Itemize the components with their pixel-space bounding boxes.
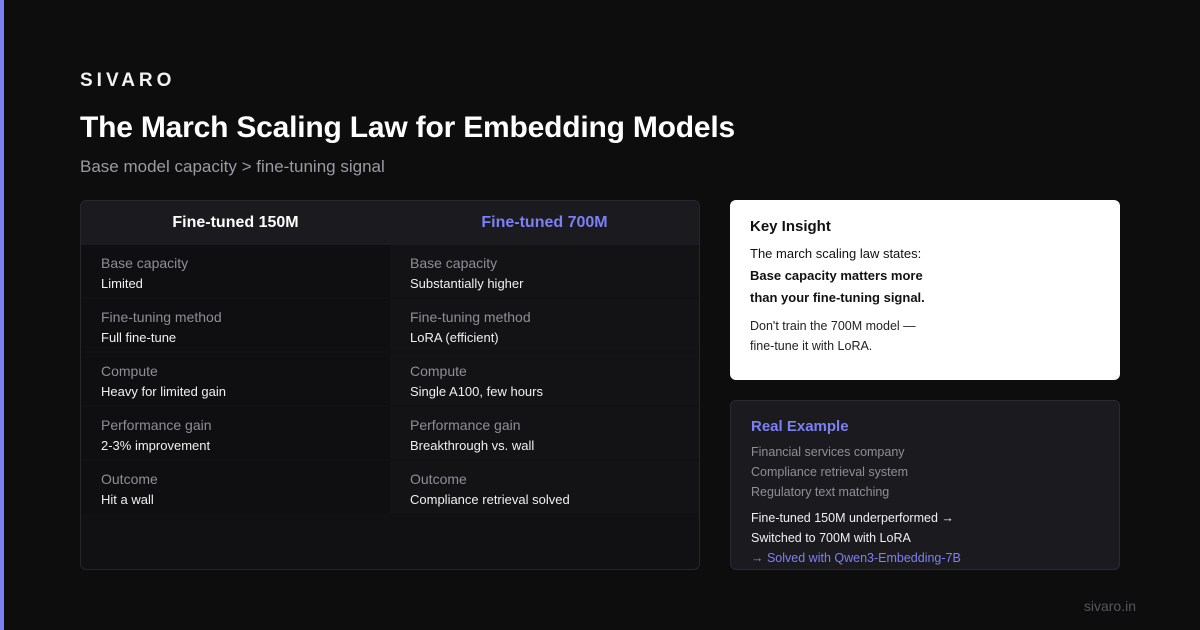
row-label: Performance gain: [410, 417, 521, 433]
table-row: Base capacity Substantially higher: [390, 245, 699, 297]
insight-note: fine-tune it with LoRA.: [750, 339, 873, 353]
row-label: Compute: [101, 363, 158, 379]
insight-emphasis: Base capacity matters more: [750, 268, 923, 283]
row-label: Compute: [410, 363, 467, 379]
row-value: Limited: [101, 276, 143, 291]
row-value: Full fine-tune: [101, 330, 177, 345]
row-value: Hit a wall: [101, 492, 154, 507]
example-result: Switched to 700M with LoRA: [751, 531, 911, 545]
row-label: Base capacity: [101, 255, 189, 271]
insight-note: Don't train the 700M model —: [750, 319, 916, 333]
table-row: Performance gain Breakthrough vs. wall: [390, 407, 699, 459]
key-insight-title: Key Insight: [750, 218, 831, 235]
table-row: Compute Heavy for limited gain: [81, 353, 390, 405]
table-row: Outcome Compliance retrieval solved: [390, 461, 699, 513]
row-label: Performance gain: [101, 417, 212, 433]
row-value: Substantially higher: [410, 276, 524, 291]
insight-text: The march scaling law states:: [750, 246, 922, 261]
row-label: Fine-tuning method: [410, 309, 531, 325]
footer-url: sivaro.in: [1083, 598, 1136, 614]
key-insight-card: Key Insight The march scaling law states…: [730, 200, 1120, 380]
row-label: Outcome: [101, 471, 158, 487]
row-value: Compliance retrieval solved: [410, 492, 570, 507]
accent-bar: [0, 0, 4, 630]
table-row: Compute Single A100, few hours: [390, 353, 699, 405]
row-label: Fine-tuning method: [101, 309, 222, 325]
insight-emphasis: than your fine-tuning signal.: [750, 290, 925, 305]
example-result: Fine-tuned 150M underperformed →: [751, 511, 954, 525]
row-value: Breakthrough vs. wall: [410, 438, 535, 453]
row-label: Base capacity: [410, 255, 498, 271]
real-example-card: Real Example Financial services company …: [730, 400, 1120, 570]
brand-logo: SIVARO: [80, 70, 176, 91]
column-header-700m: Fine-tuned 700M: [390, 201, 699, 245]
row-value: Heavy for limited gain: [101, 384, 226, 399]
table-row: Performance gain 2-3% improvement: [81, 407, 390, 459]
row-label: Outcome: [410, 471, 467, 487]
comparison-table: Fine-tuned 150M Base capacity Limited Fi…: [80, 200, 700, 570]
example-detail: Financial services company: [751, 445, 905, 459]
real-example-title: Real Example: [751, 418, 849, 435]
example-detail: Regulatory text matching: [751, 485, 890, 499]
row-value: Single A100, few hours: [410, 384, 543, 399]
row-value: 2-3% improvement: [101, 438, 211, 453]
table-row: Base capacity Limited: [81, 245, 390, 297]
page-subtitle: Base model capacity > fine-tuning signal: [80, 157, 385, 176]
table-row: Fine-tuning method LoRA (efficient): [390, 299, 699, 351]
table-row: Outcome Hit a wall: [81, 461, 390, 513]
row-value: LoRA (efficient): [410, 330, 499, 345]
example-detail: Compliance retrieval system: [751, 465, 908, 479]
table-row: Fine-tuning method Full fine-tune: [81, 299, 390, 351]
page-title: The March Scaling Law for Embedding Mode…: [80, 111, 736, 144]
column-header-150m: Fine-tuned 150M: [81, 201, 390, 245]
column-150m: Fine-tuned 150M Base capacity Limited Fi…: [81, 201, 390, 515]
column-700m: Fine-tuned 700M Base capacity Substantia…: [390, 201, 699, 515]
example-solution: → Solved with Qwen3-Embedding-7B: [751, 551, 961, 565]
